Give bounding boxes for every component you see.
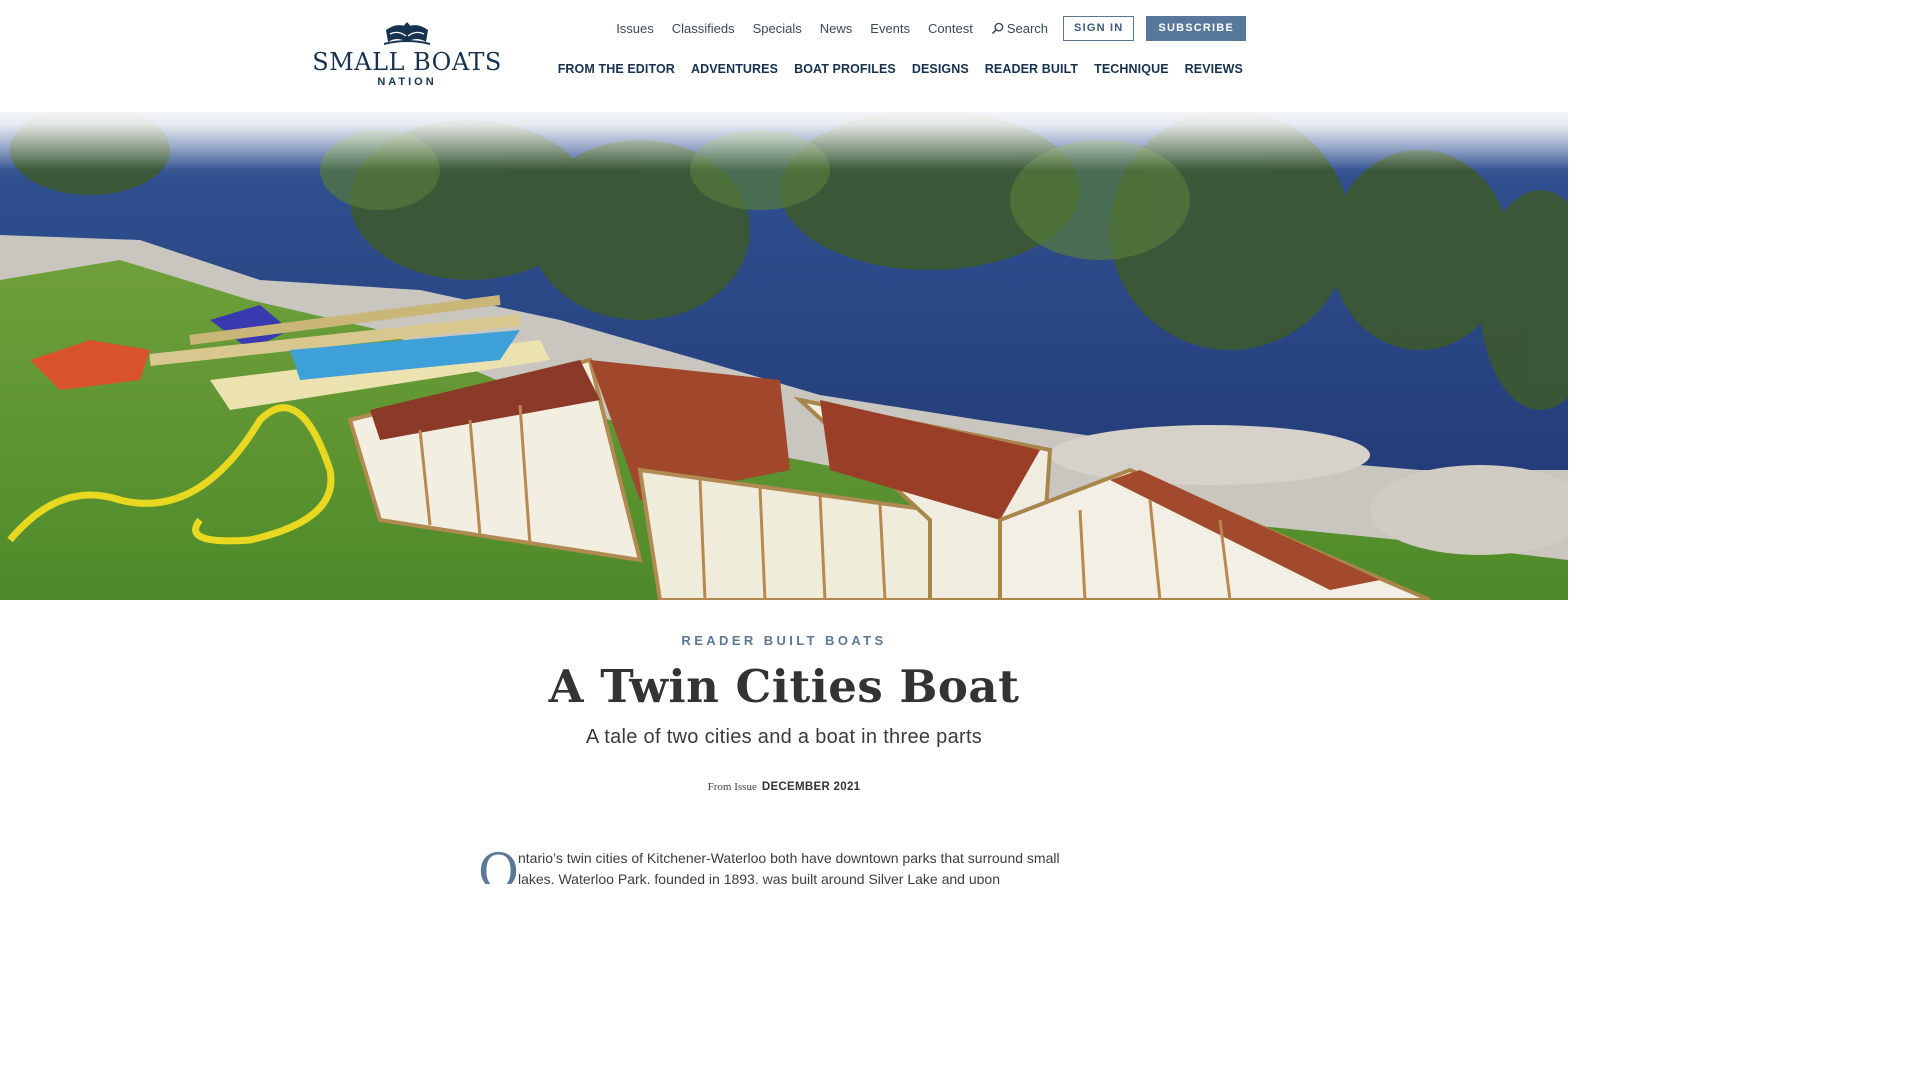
utility-nav: Issues Classifieds Specials News Events … <box>598 16 1246 41</box>
article-title: A Twin Cities Boat <box>548 660 1020 713</box>
drop-cap: O <box>478 844 519 884</box>
article-body: O ntario’s twin cities of Kitchener-Wate… <box>478 844 1078 884</box>
nav-link-specials[interactable]: Specials <box>753 21 802 36</box>
nav-link-reviews[interactable]: REVIEWS <box>1185 62 1243 76</box>
nav-link-reader-built[interactable]: READER BUILT <box>985 62 1078 76</box>
issue-label: From Issue <box>707 781 757 793</box>
article-paragraph: ntario’s twin cities of Kitchener-Waterl… <box>518 850 1060 884</box>
subscribe-button[interactable]: SUBSCRIBE <box>1146 16 1246 41</box>
issue-info: From Issue DECEMBER 2021 <box>0 777 1568 795</box>
nav-link-designs[interactable]: DESIGNS <box>912 62 969 76</box>
nav-link-events[interactable]: Events <box>870 21 910 36</box>
search-button[interactable]: Search <box>991 21 1048 36</box>
article-subtitle: A tale of two cities and a boat in three… <box>585 726 983 748</box>
nav-link-adventures[interactable]: ADVENTURES <box>691 62 778 76</box>
sign-in-button[interactable]: SIGN IN <box>1063 16 1135 41</box>
search-label: Search <box>1006 21 1049 36</box>
site-header: SMALL BOATS NATION Issues Classifieds Sp… <box>0 0 1568 112</box>
article-header: READER BUILT BOATS A Twin Cities Boat A … <box>0 600 1568 884</box>
book-logo-icon <box>383 22 431 45</box>
main-nav: FROM THE EDITOR ADVENTURES BOAT PROFILES… <box>542 62 1243 76</box>
article-category[interactable]: READER BUILT BOATS <box>0 633 1568 648</box>
nav-link-classifieds[interactable]: Classifieds <box>672 21 735 36</box>
search-icon <box>991 22 1004 35</box>
nav-link-news[interactable]: News <box>820 21 853 36</box>
nav-link-contest[interactable]: Contest <box>928 21 973 36</box>
issue-link[interactable]: DECEMBER 2021 <box>762 781 861 793</box>
site-logo[interactable]: SMALL BOATS NATION <box>312 18 501 96</box>
nav-link-technique[interactable]: TECHNIQUE <box>1094 62 1169 76</box>
nav-link-from-the-editor[interactable]: FROM THE EDITOR <box>558 62 675 76</box>
logo-text: SMALL BOATS <box>312 48 502 76</box>
nav-link-issues[interactable]: Issues <box>616 21 654 36</box>
nav-link-boat-profiles[interactable]: BOAT PROFILES <box>794 62 896 76</box>
logo-subtext: NATION <box>377 76 437 88</box>
